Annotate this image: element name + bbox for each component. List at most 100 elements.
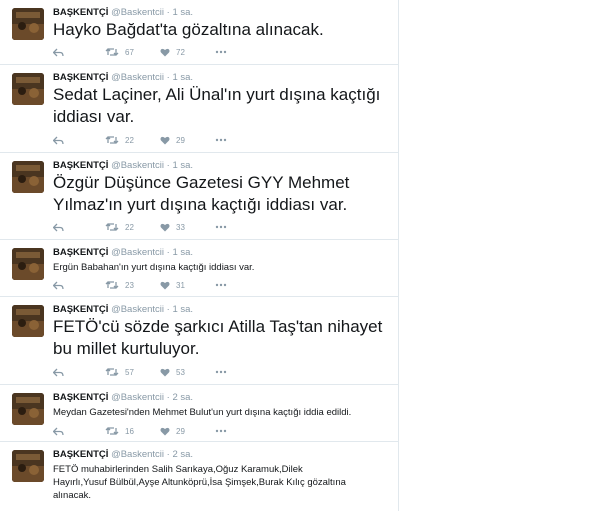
- tweet-text: Sedat Laçiner, Ali Ünal'ın yurt dışına k…: [53, 85, 381, 126]
- account-name[interactable]: BAŞKENTÇİ: [53, 160, 108, 171]
- tweet[interactable]: BAŞKENTÇİ @Baskentcii · 1 sa. Ergün Baba…: [0, 240, 398, 297]
- tweet[interactable]: BAŞKENTÇİ @Baskentcii · 1 sa. Sedat Laçi…: [0, 65, 398, 153]
- avatar[interactable]: [12, 450, 44, 482]
- like-button[interactable]: 33: [160, 221, 185, 233]
- heart-icon: [160, 223, 170, 231]
- meta-separator: ·: [166, 247, 170, 258]
- more-button[interactable]: [215, 425, 227, 437]
- tweet-time[interactable]: 1 sa.: [172, 160, 193, 171]
- tweet[interactable]: BAŞKENTÇİ @Baskentcii · 1 sa. Hayko Bağd…: [0, 0, 398, 65]
- retweet-icon: [105, 427, 119, 435]
- avatar[interactable]: [12, 8, 44, 40]
- retweet-icon: [105, 368, 119, 376]
- tweet-header: BAŞKENTÇİ @Baskentcii · 1 sa.: [53, 247, 193, 259]
- avatar[interactable]: [12, 73, 44, 105]
- avatar[interactable]: [12, 305, 44, 337]
- more-button[interactable]: [215, 46, 227, 58]
- like-button[interactable]: 53: [160, 366, 185, 378]
- tweet-time[interactable]: 2 sa.: [172, 392, 193, 403]
- account-name[interactable]: BAŞKENTÇİ: [53, 304, 108, 315]
- reply-button[interactable]: [53, 279, 64, 291]
- reply-button[interactable]: [53, 46, 64, 58]
- tweet-text: Meydan Gazetesi'nden Mehmet Bulut'un yur…: [53, 407, 352, 418]
- more-button[interactable]: [215, 279, 227, 291]
- like-button[interactable]: 31: [160, 279, 185, 291]
- retweet-count: 16: [125, 426, 134, 436]
- retweet-icon: [105, 223, 119, 231]
- reply-icon: [53, 281, 64, 289]
- more-icon: [215, 225, 227, 229]
- account-name[interactable]: BAŞKENTÇİ: [53, 392, 108, 403]
- account-handle[interactable]: @Baskentcii: [111, 392, 164, 403]
- tweet-text: Hayko Bağdat'ta gözaltına alınacak.: [53, 20, 324, 39]
- like-count: 33: [176, 222, 185, 232]
- tweet[interactable]: BAŞKENTÇİ @Baskentcii · 1 sa. Özgür Düşü…: [0, 153, 398, 240]
- reply-icon: [53, 368, 64, 376]
- retweet-count: 22: [125, 135, 134, 145]
- retweet-count: 23: [125, 280, 134, 290]
- retweet-button[interactable]: 23: [105, 279, 134, 291]
- like-count: 53: [176, 367, 185, 377]
- retweet-count: 67: [125, 47, 134, 57]
- account-handle[interactable]: @Baskentcii: [111, 7, 164, 18]
- account-name[interactable]: BAŞKENTÇİ: [53, 72, 108, 83]
- tweet-header: BAŞKENTÇİ @Baskentcii · 1 sa.: [53, 160, 193, 172]
- like-button[interactable]: 29: [160, 425, 185, 437]
- retweet-count: 57: [125, 367, 134, 377]
- retweet-count: 22: [125, 222, 134, 232]
- avatar[interactable]: [12, 161, 44, 193]
- account-name[interactable]: BAŞKENTÇİ: [53, 247, 108, 258]
- retweet-icon: [105, 48, 119, 56]
- like-button[interactable]: 29: [160, 134, 185, 146]
- meta-separator: ·: [166, 160, 170, 171]
- retweet-icon: [105, 136, 119, 144]
- reply-button[interactable]: [53, 134, 64, 146]
- account-handle[interactable]: @Baskentcii: [111, 160, 164, 171]
- tweet[interactable]: BAŞKENTÇİ @Baskentcii · 1 sa. FETÖ'cü sö…: [0, 297, 398, 385]
- tweet[interactable]: BAŞKENTÇİ @Baskentcii · 2 sa. FETÖ muhab…: [0, 442, 398, 511]
- reply-icon: [53, 223, 64, 231]
- tweet-header: BAŞKENTÇİ @Baskentcii · 1 sa.: [53, 72, 193, 84]
- reply-button[interactable]: [53, 366, 64, 378]
- meta-separator: ·: [166, 7, 170, 18]
- account-handle[interactable]: @Baskentcii: [111, 72, 164, 83]
- avatar[interactable]: [12, 393, 44, 425]
- more-icon: [215, 138, 227, 142]
- retweet-icon: [105, 281, 119, 289]
- tweet-time[interactable]: 1 sa.: [172, 7, 193, 18]
- account-handle[interactable]: @Baskentcii: [111, 247, 164, 258]
- retweet-button[interactable]: 22: [105, 221, 134, 233]
- avatar[interactable]: [12, 248, 44, 280]
- tweet-time[interactable]: 1 sa.: [172, 72, 193, 83]
- tweet-text: FETÖ muhabirlerinden Salih Sarıkaya,Oğuz…: [53, 464, 346, 501]
- more-icon: [215, 50, 227, 54]
- tweet-time[interactable]: 2 sa.: [172, 449, 193, 460]
- meta-separator: ·: [166, 72, 170, 83]
- retweet-button[interactable]: 16: [105, 425, 134, 437]
- reply-button[interactable]: [53, 221, 64, 233]
- reply-icon: [53, 48, 64, 56]
- reply-button[interactable]: [53, 425, 64, 437]
- account-name[interactable]: BAŞKENTÇİ: [53, 7, 108, 18]
- retweet-button[interactable]: 57: [105, 366, 134, 378]
- retweet-button[interactable]: 67: [105, 46, 134, 58]
- more-button[interactable]: [215, 221, 227, 233]
- tweet[interactable]: BAŞKENTÇİ @Baskentcii · 2 sa. Meydan Gaz…: [0, 385, 398, 442]
- like-button[interactable]: 72: [160, 46, 185, 58]
- account-handle[interactable]: @Baskentcii: [111, 449, 164, 460]
- account-handle[interactable]: @Baskentcii: [111, 304, 164, 315]
- tweet-header: BAŞKENTÇİ @Baskentcii · 2 sa.: [53, 392, 193, 404]
- more-button[interactable]: [215, 134, 227, 146]
- tweet-header: BAŞKENTÇİ @Baskentcii · 1 sa.: [53, 7, 193, 19]
- more-icon: [215, 370, 227, 374]
- more-icon: [215, 283, 227, 287]
- tweet-timeline: BAŞKENTÇİ @Baskentcii · 1 sa. Hayko Bağd…: [0, 0, 399, 511]
- tweet-header: BAŞKENTÇİ @Baskentcii · 2 sa.: [53, 449, 193, 461]
- tweet-text: Özgür Düşünce Gazetesi GYY Mehmet Yılmaz…: [53, 173, 350, 214]
- account-name[interactable]: BAŞKENTÇİ: [53, 449, 108, 460]
- retweet-button[interactable]: 22: [105, 134, 134, 146]
- more-button[interactable]: [215, 366, 227, 378]
- tweet-time[interactable]: 1 sa.: [172, 247, 193, 258]
- tweet-text: FETÖ'cü sözde şarkıcı Atilla Taş'tan nih…: [53, 317, 383, 358]
- tweet-time[interactable]: 1 sa.: [172, 304, 193, 315]
